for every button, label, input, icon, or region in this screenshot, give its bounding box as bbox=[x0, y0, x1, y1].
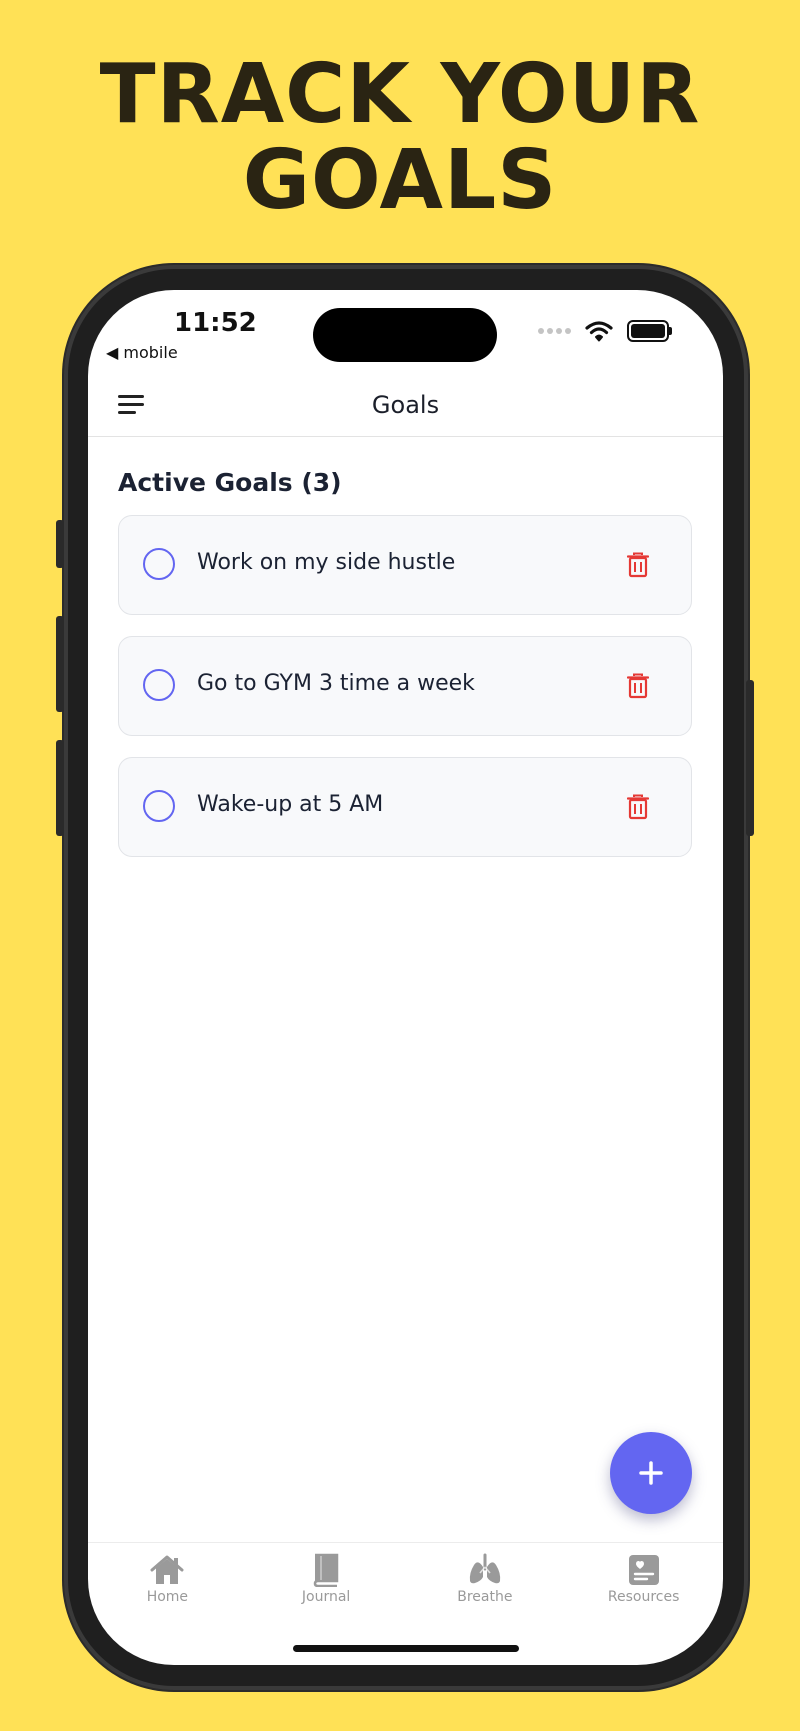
tab-label: Resources bbox=[607, 1589, 680, 1605]
headline-line-1: TRACK YOUR bbox=[99, 47, 701, 142]
tab-breathe[interactable]: Breathe bbox=[406, 1543, 565, 1623]
tab-label: Home bbox=[146, 1589, 189, 1605]
plus-icon bbox=[639, 1461, 663, 1485]
lungs-icon bbox=[469, 1553, 501, 1584]
phone-screen: 11:52 ◀ mobile Goals Active Goals (3) Wo… bbox=[88, 290, 723, 1665]
headline: TRACK YOUR GOALS bbox=[0, 52, 800, 224]
tab-label: Journal bbox=[301, 1589, 351, 1605]
bottom-tab-bar: Home Journal Breathe Resources bbox=[88, 1542, 723, 1623]
phone-action-button bbox=[56, 520, 64, 568]
goal-card[interactable]: Wake-up at 5 AM bbox=[118, 757, 692, 857]
phone-volume-down-button bbox=[56, 740, 64, 836]
tab-label: Breathe bbox=[457, 1589, 513, 1605]
top-navbar: Goals bbox=[88, 378, 723, 437]
resources-icon bbox=[628, 1555, 659, 1585]
goal-complete-checkbox[interactable] bbox=[143, 548, 175, 580]
goal-list: Work on my side hustle Go to GYM 3 time … bbox=[118, 515, 692, 878]
goal-text: Wake-up at 5 AM bbox=[197, 792, 384, 817]
tab-home[interactable]: Home bbox=[88, 1543, 247, 1623]
battery-icon bbox=[627, 320, 672, 342]
status-indicators bbox=[538, 320, 672, 342]
headline-line-2: GOALS bbox=[242, 133, 558, 228]
goal-card[interactable]: Go to GYM 3 time a week bbox=[118, 636, 692, 736]
back-to-app-link[interactable]: ◀ mobile bbox=[106, 343, 178, 362]
trash-icon[interactable] bbox=[627, 794, 649, 820]
signal-dots-icon bbox=[538, 328, 571, 334]
home-icon bbox=[150, 1555, 184, 1584]
add-goal-button[interactable] bbox=[610, 1432, 692, 1514]
goal-complete-checkbox[interactable] bbox=[143, 790, 175, 822]
book-icon bbox=[313, 1553, 339, 1587]
trash-icon[interactable] bbox=[627, 673, 649, 699]
tab-resources[interactable]: Resources bbox=[564, 1543, 723, 1623]
phone-volume-up-button bbox=[56, 616, 64, 712]
active-goals-heading: Active Goals (3) bbox=[118, 468, 342, 497]
goal-text: Go to GYM 3 time a week bbox=[197, 671, 475, 696]
home-indicator[interactable] bbox=[293, 1645, 519, 1652]
tab-journal[interactable]: Journal bbox=[247, 1543, 406, 1623]
phone-power-button bbox=[746, 680, 754, 836]
status-time: 11:52 bbox=[174, 308, 257, 338]
goal-text: Work on my side hustle bbox=[197, 550, 456, 575]
goal-complete-checkbox[interactable] bbox=[143, 669, 175, 701]
trash-icon[interactable] bbox=[627, 552, 649, 578]
goal-card[interactable]: Work on my side hustle bbox=[118, 515, 692, 615]
page-title: Goals bbox=[371, 391, 440, 419]
dynamic-island bbox=[313, 308, 497, 362]
wifi-icon bbox=[585, 321, 613, 342]
